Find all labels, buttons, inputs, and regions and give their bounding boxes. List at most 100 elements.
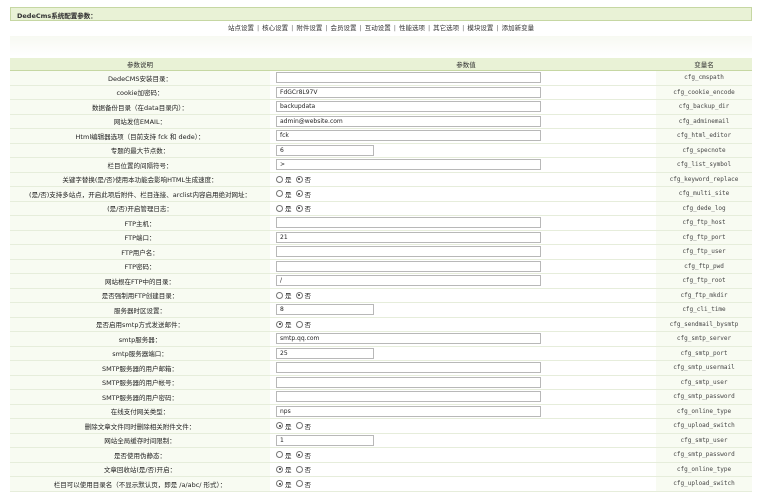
param-variable-name: cfg_smtp_password	[656, 447, 752, 463]
param-value-cell: smtp.qq.com	[270, 331, 656, 347]
param-input[interactable]	[276, 72, 541, 84]
radio-option[interactable]: 否	[295, 189, 311, 199]
param-value-cell: 是否	[270, 201, 656, 216]
tab-8[interactable]: 模块设置	[465, 22, 495, 32]
tab-1[interactable]: 站点设置	[226, 22, 256, 32]
param-description: 是否强制用FTP创建目录：	[10, 288, 270, 303]
param-description: FTP用户名：	[10, 244, 270, 260]
radio-unselected-icon[interactable]	[295, 320, 303, 328]
param-input[interactable]: 8	[276, 304, 374, 316]
param-value-cell	[270, 389, 656, 405]
radio-option[interactable]: 否	[295, 203, 311, 213]
param-variable-name: cfg_online_type	[656, 404, 752, 419]
table-row: 文章回收站(是/否)开启：是否 cfg_online_type	[10, 462, 752, 477]
radio-unselected-icon[interactable]	[276, 204, 283, 212]
radio-option[interactable]: 否	[295, 479, 311, 489]
radio-selected-icon[interactable]	[276, 480, 283, 488]
param-variable-name: cfg_keyword_replace	[656, 172, 752, 187]
param-variable-name: cfg_cli_time	[656, 302, 752, 318]
table-row: FTP主机： cfg_ftp_host	[10, 215, 752, 231]
tab-2[interactable]: 核心设置	[260, 22, 290, 32]
param-variable-name: cfg_html_editor	[656, 128, 752, 144]
radio-option[interactable]: 是	[276, 319, 292, 329]
radio-selected-icon[interactable]	[295, 175, 303, 183]
param-value-cell	[270, 244, 656, 260]
param-input[interactable]: smtp.qq.com	[276, 333, 541, 345]
param-input[interactable]	[276, 246, 541, 258]
param-description: 网站全局缓存时间限制：	[10, 433, 270, 448]
radio-option[interactable]: 是	[276, 464, 292, 474]
param-input[interactable]: nps	[276, 405, 541, 417]
param-input[interactable]	[276, 362, 541, 374]
param-variable-name: cfg_backup_dir	[656, 99, 752, 115]
param-input[interactable]: /	[276, 275, 541, 287]
tab-3[interactable]: 附件设置	[294, 22, 324, 32]
table-row: 关键字替换(是/否)使用本功能会影响HTML生成速度：是否 cfg_keyword…	[10, 172, 752, 187]
page-title: DedeCms系统配置参数：	[17, 12, 97, 20]
param-description: 是否启用smtp方式发送邮件：	[10, 317, 270, 332]
param-description: 专题的最大节点数：	[10, 143, 270, 158]
radio-selected-icon[interactable]	[276, 320, 283, 328]
param-input[interactable]	[276, 376, 541, 388]
param-description: SMTP服务器的用户密码：	[10, 389, 270, 405]
radio-label: 否	[304, 292, 312, 301]
param-input[interactable]	[276, 217, 541, 229]
param-input[interactable]: 1	[276, 434, 374, 446]
tab-4[interactable]: 会员设置	[329, 22, 359, 32]
radio-option[interactable]: 是	[276, 290, 292, 300]
radio-option[interactable]: 是	[276, 479, 292, 489]
radio-option[interactable]: 是	[276, 174, 292, 184]
radio-label: 是	[285, 466, 292, 475]
tab-7[interactable]: 其它选项	[431, 22, 461, 32]
param-variable-name: cfg_cookie_encode	[656, 85, 752, 100]
param-input[interactable]: fck	[276, 130, 541, 142]
radio-option[interactable]: 是	[276, 450, 292, 460]
radio-option[interactable]: 否	[295, 290, 312, 301]
radio-unselected-icon[interactable]	[276, 451, 283, 459]
radio-option[interactable]: 否	[295, 450, 311, 460]
radio-option[interactable]: 是	[276, 421, 292, 431]
param-input[interactable]: >	[276, 159, 541, 171]
radio-option[interactable]: 否	[295, 421, 311, 431]
radio-option[interactable]: 否	[295, 319, 311, 329]
table-row: 数据备份目录（在data目录内）： backupdata cfg_backup_di…	[10, 99, 752, 115]
config-tabs: 站点设置 | 核心设置 | 附件设置 | 会员设置 | 互动设置 | 性能选项 | 其它选项 | 模块设置 |…	[10, 22, 752, 34]
radio-unselected-icon[interactable]	[295, 465, 303, 473]
radio-selected-icon[interactable]	[295, 190, 303, 198]
radio-unselected-icon[interactable]	[276, 291, 283, 299]
radio-selected-icon[interactable]	[295, 291, 303, 299]
param-input[interactable]	[276, 260, 541, 272]
param-description: 在线支付网关类型：	[10, 404, 270, 419]
param-input[interactable]	[276, 391, 541, 403]
radio-option[interactable]: 是	[276, 189, 292, 199]
param-input[interactable]: backupdata	[276, 101, 541, 113]
param-description: FTP密码：	[10, 259, 270, 274]
tab-5[interactable]: 互动设置	[363, 22, 393, 32]
param-description: smtp服务器：	[10, 331, 270, 347]
radio-selected-icon[interactable]	[295, 204, 303, 212]
param-variable-name: cfg_ftp_user	[656, 244, 752, 260]
tab-6[interactable]: 性能选项	[397, 22, 427, 32]
radio-unselected-icon[interactable]	[276, 175, 283, 183]
param-value-cell: 是否	[270, 172, 656, 187]
param-input[interactable]: 21	[276, 231, 541, 243]
config-title-bar: DedeCms系统配置参数：	[10, 7, 752, 21]
tab-9[interactable]: 添加新变量	[500, 22, 537, 32]
radio-selected-icon[interactable]	[276, 465, 283, 473]
param-variable-name: cfg_cmspath	[656, 70, 752, 86]
param-value-cell: 是否	[270, 462, 656, 477]
radio-option[interactable]: 否	[295, 174, 311, 184]
param-input[interactable]: 25	[276, 347, 374, 359]
radio-unselected-icon[interactable]	[295, 422, 303, 430]
radio-unselected-icon[interactable]	[276, 190, 283, 198]
radio-selected-icon[interactable]	[295, 451, 303, 459]
radio-option[interactable]: 是	[276, 203, 292, 213]
radio-selected-icon[interactable]	[276, 422, 283, 430]
radio-option[interactable]: 否	[295, 464, 311, 474]
param-input[interactable]: FdGCr8L97V	[276, 86, 541, 98]
param-input[interactable]: admin@website.com	[276, 115, 541, 127]
param-input[interactable]: 6	[276, 144, 374, 156]
table-row: (是/否)开启管理日志：是否 cfg_dede_log	[10, 201, 752, 216]
radio-unselected-icon[interactable]	[295, 480, 303, 488]
header-value: 参数值	[270, 58, 656, 71]
